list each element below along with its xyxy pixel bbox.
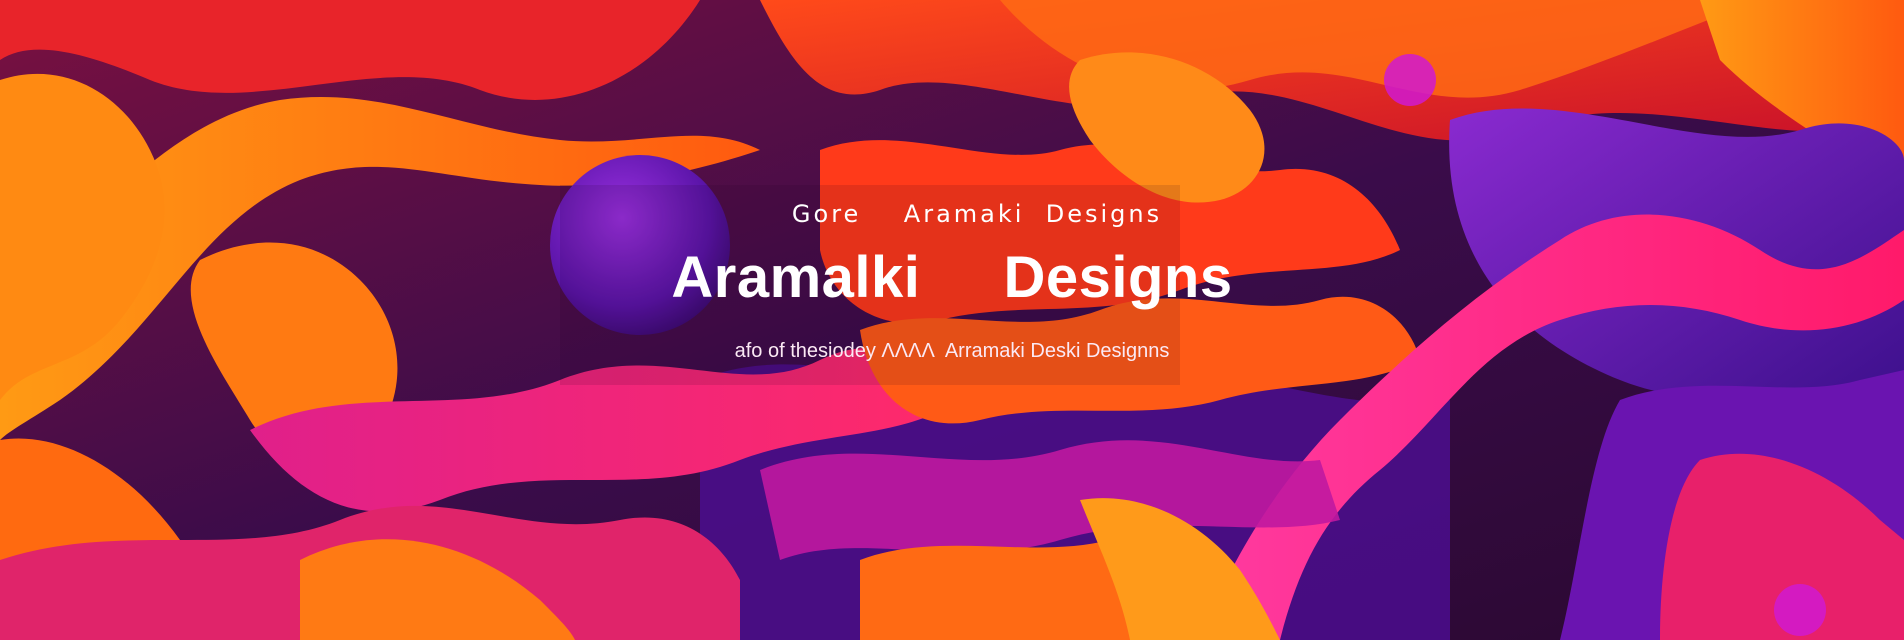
subtitle-top: Gore Aramaki Designs [791,200,1163,228]
banner-title: Aramalki Designs [671,245,1233,310]
abstract-wave-background [0,0,1904,640]
hero-banner: Gore Aramaki Designs Aramalki Designs af… [0,0,1904,640]
banner-tagline: afo of thesiodey ΛΛΛΛ Arramaki Deski Des… [734,340,1170,362]
